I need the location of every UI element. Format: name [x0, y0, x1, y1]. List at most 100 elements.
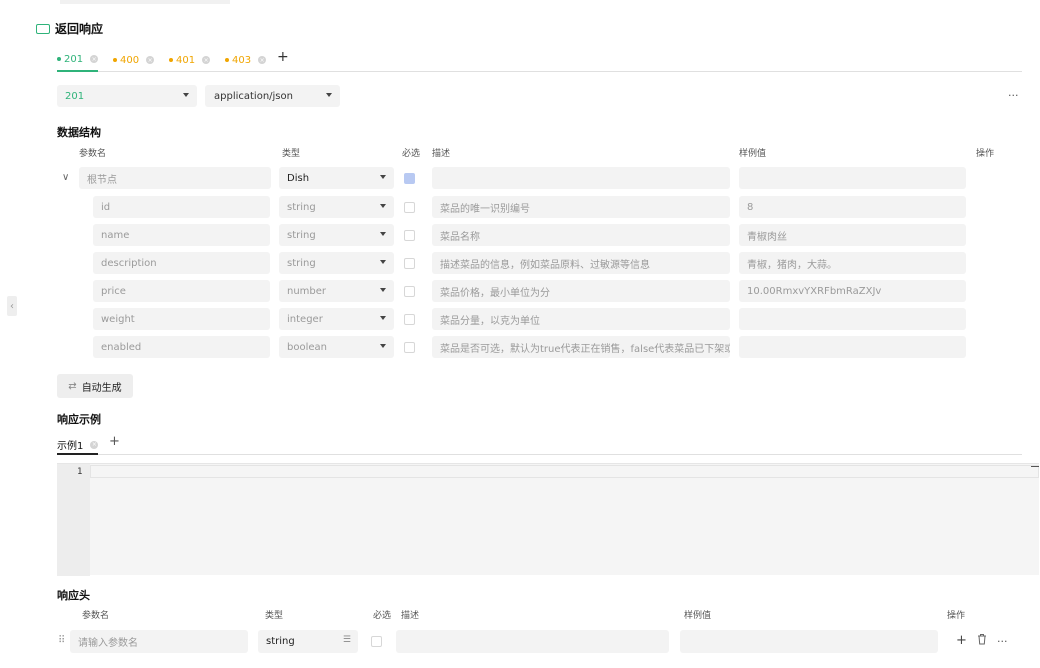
field-type-select[interactable]: string [279, 224, 394, 246]
tab-403[interactable]: 403 × [225, 52, 267, 72]
header-name-placeholder: 请输入参数名 [78, 638, 138, 649]
chevron-down-icon [380, 344, 386, 348]
expand-chevron-icon[interactable]: ∨ [62, 172, 69, 183]
field-example: 青椒，猪肉，大蒜。 [747, 259, 837, 271]
tab-201[interactable]: 201 × [57, 52, 99, 72]
list-settings-icon: ☰ [342, 635, 351, 645]
header-required: 必选 [373, 611, 392, 621]
auto-generate-label: 自动生成 [81, 382, 122, 394]
chevron-down-icon [380, 175, 386, 179]
field-example-input[interactable] [739, 336, 966, 358]
field-desc-input[interactable]: 菜品分量，以克为单位 [432, 308, 730, 330]
tab-label: 403 [232, 54, 252, 66]
close-icon[interactable]: × [90, 440, 99, 449]
status-dot [57, 57, 61, 61]
header-required: 必选 [402, 149, 421, 159]
add-tab-icon[interactable]: + [277, 49, 289, 65]
tab-401[interactable]: 401 × [169, 52, 211, 72]
field-type-select[interactable]: integer [279, 308, 394, 330]
field-desc-input[interactable]: 菜品名称 [432, 224, 730, 246]
section-header: 返回响应 [36, 20, 103, 37]
field-desc: 菜品名称 [440, 231, 480, 243]
field-name-input[interactable]: price [93, 280, 270, 302]
field-example-input[interactable] [739, 308, 966, 330]
header-example: 样例值 [684, 611, 712, 621]
field-type-select[interactable]: boolean [279, 336, 394, 358]
header-example: 样例值 [739, 149, 767, 159]
header-example-input[interactable] [680, 630, 938, 653]
header-type-select[interactable]: string ☰ [258, 630, 358, 653]
more-options-icon[interactable]: ··· [1008, 89, 1019, 102]
field-required-checkbox[interactable] [404, 230, 415, 241]
field-example-input[interactable]: 8 [739, 196, 966, 218]
auto-generate-button[interactable]: ⇄ 自动生成 [57, 374, 133, 398]
field-desc: 描述菜品的信息，例如菜品原料、过敏源等信息 [440, 259, 650, 271]
header-type: 类型 [265, 611, 284, 621]
field-required-checkbox[interactable] [404, 314, 415, 325]
header-required-checkbox[interactable] [371, 636, 382, 647]
add-row-icon[interactable]: + [956, 633, 967, 648]
field-desc: 菜品是否可选，默认为true代表正在销售，false代表菜品已下架或售! [440, 343, 730, 355]
field-required-checkbox[interactable] [404, 286, 415, 297]
header-param-name: 参数名 [79, 149, 107, 159]
refresh-icon: ⇄ [68, 380, 77, 392]
field-name-input[interactable]: id [93, 196, 270, 218]
field-type-select[interactable]: string [279, 252, 394, 274]
status-dot [169, 58, 173, 62]
field-name-input[interactable]: name [93, 224, 270, 246]
content-type-select[interactable]: application/json [205, 85, 340, 107]
field-name: enabled [101, 341, 142, 353]
section-title: 返回响应 [55, 22, 104, 36]
field-desc-input[interactable]: 菜品价格，最小单位为分 [432, 280, 730, 302]
field-example-input[interactable]: 10.00RmxvYXRFbmRaZXJv [739, 280, 966, 302]
field-desc-input[interactable]: 菜品的唯一识别编号 [432, 196, 730, 218]
field-name: id [101, 201, 111, 213]
status-code-value: 201 [65, 90, 85, 102]
chevron-down-icon [380, 204, 386, 208]
field-desc-input[interactable]: 菜品是否可选，默认为true代表正在销售，false代表菜品已下架或售! [432, 336, 730, 358]
header-description: 描述 [432, 149, 451, 159]
field-desc-input[interactable]: 描述菜品的信息，例如菜品原料、过敏源等信息 [432, 252, 730, 274]
field-required-checkbox[interactable] [404, 202, 415, 213]
tab-400[interactable]: 400 × [113, 52, 155, 72]
more-options-icon[interactable]: ··· [997, 635, 1008, 648]
collapse-handle[interactable]: ‹ [7, 296, 17, 316]
field-required-checkbox[interactable] [404, 342, 415, 353]
header-desc-input[interactable] [396, 630, 669, 653]
tab-example-1[interactable]: 示例1 × [57, 436, 99, 455]
close-icon[interactable]: × [258, 56, 267, 64]
field-type: string [287, 257, 316, 269]
field-name: name [101, 229, 130, 241]
root-desc-input[interactable] [432, 167, 730, 189]
field-type: string [287, 201, 316, 213]
add-example-icon[interactable]: + [109, 434, 120, 449]
chevron-down-icon [326, 93, 332, 97]
header-name-input[interactable]: 请输入参数名 [70, 630, 248, 653]
field-required-checkbox[interactable] [404, 258, 415, 269]
root-type-select[interactable]: Dish [279, 167, 394, 189]
status-code-select[interactable]: 201 [57, 85, 197, 107]
field-type-select[interactable]: string [279, 196, 394, 218]
field-type-select[interactable]: number [279, 280, 394, 302]
field-type: integer [287, 313, 323, 325]
root-required-checkbox[interactable] [404, 173, 415, 184]
root-name-input[interactable]: 根节点 [79, 167, 271, 189]
code-editor[interactable]: 1 [57, 463, 1039, 576]
field-name-input[interactable]: weight [93, 308, 270, 330]
drag-handle-icon[interactable]: ⠿ [58, 635, 65, 646]
root-example-input[interactable] [739, 167, 966, 189]
field-example-input[interactable]: 青椒肉丝 [739, 224, 966, 246]
field-name-input[interactable]: enabled [93, 336, 270, 358]
line-number: 1 [77, 467, 83, 477]
field-name: weight [101, 313, 135, 325]
field-name: description [101, 257, 157, 269]
field-name-input[interactable]: description [93, 252, 270, 274]
tab-label: 401 [176, 54, 196, 66]
editor-scrollbar[interactable] [1031, 466, 1039, 467]
field-example-input[interactable]: 青椒，猪肉，大蒜。 [739, 252, 966, 274]
data-structure-title: 数据结构 [57, 126, 101, 139]
trash-icon[interactable] [977, 633, 987, 645]
close-icon[interactable]: × [90, 55, 99, 63]
close-icon[interactable]: × [202, 56, 211, 64]
close-icon[interactable]: × [146, 56, 155, 64]
